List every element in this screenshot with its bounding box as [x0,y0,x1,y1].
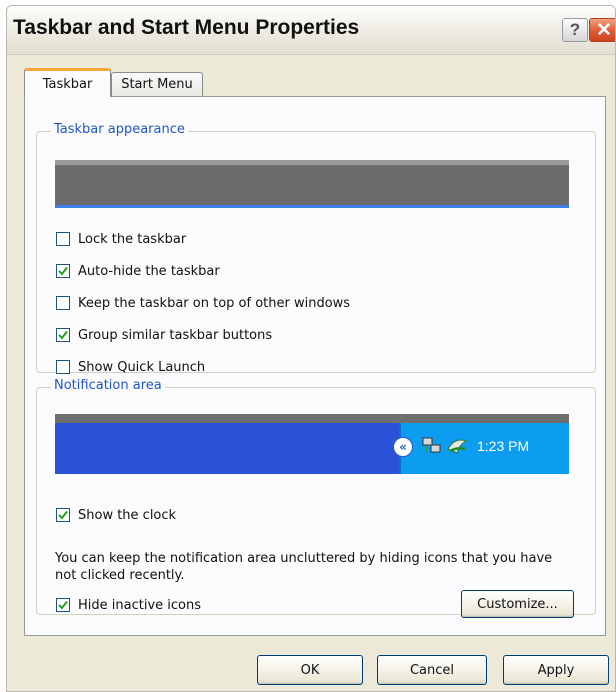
hide-inactive-option[interactable]: Hide inactive icons [56,596,201,614]
taskbar-preview [55,160,569,208]
tab-taskbar[interactable]: Taskbar [24,68,111,97]
close-button[interactable]: ✕ [589,18,615,42]
customize-button[interactable]: Customize... [461,590,574,618]
quick-launch-label: Show Quick Launch [78,359,206,375]
tab-taskbar-label: Taskbar [42,76,93,92]
notification-description: You can keep the notification area unclu… [55,551,553,583]
title-bar[interactable]: Taskbar and Start Menu Properties ? ✕ [7,6,615,55]
system-tray: « 1:23 PM [393,423,569,474]
checkmark-icon [58,266,68,276]
lock-taskbar-option[interactable]: Lock the taskbar [56,230,186,248]
cancel-button[interactable]: Cancel [377,655,487,685]
close-icon: ✕ [596,19,612,41]
show-clock-checkbox[interactable] [56,508,70,522]
keep-on-top-label: Keep the taskbar on top of other windows [78,295,351,311]
group-buttons-checkbox[interactable] [56,328,70,342]
tab-start-menu[interactable]: Start Menu [111,72,203,96]
hide-inactive-label: Hide inactive icons [78,597,201,613]
show-clock-option[interactable]: Show the clock [56,506,176,524]
group-buttons-option[interactable]: Group similar taskbar buttons [56,326,272,344]
lock-taskbar-checkbox[interactable] [56,232,70,246]
network-icon [422,437,441,453]
security-icon [447,439,468,454]
help-icon: ? [569,20,581,39]
help-button[interactable]: ? [562,18,588,42]
apply-button[interactable]: Apply [503,655,609,685]
taskbar-tab-panel: Taskbar appearance Lock the taskbar Auto… [24,96,606,636]
window-title: Taskbar and Start Menu Properties [13,16,360,39]
auto-hide-taskbar-option[interactable]: Auto-hide the taskbar [56,262,220,280]
hide-inactive-checkbox[interactable] [56,598,70,612]
quick-launch-option[interactable]: Show Quick Launch [56,358,205,376]
quick-launch-checkbox[interactable] [56,360,70,374]
tray-clock: 1:23 PM [477,438,530,454]
checkmark-icon [58,330,68,340]
properties-dialog: Taskbar and Start Menu Properties ? ✕ Ta… [6,5,616,692]
taskbar-appearance-legend: Taskbar appearance [51,122,188,137]
auto-hide-taskbar-checkbox[interactable] [56,264,70,278]
taskbar-appearance-group: Taskbar appearance Lock the taskbar Auto… [36,122,596,376]
notification-area-group: Notification area « 1:23 PM Show the clo… [36,378,596,618]
tab-start-menu-label: Start Menu [121,77,193,92]
keep-on-top-option[interactable]: Keep the taskbar on top of other windows [56,294,350,312]
checkmark-icon [58,510,68,520]
show-hidden-icons-icon: « [393,437,413,457]
checkmark-icon [58,600,68,610]
lock-taskbar-label: Lock the taskbar [78,231,187,247]
auto-hide-taskbar-label: Auto-hide the taskbar [78,263,220,279]
keep-on-top-checkbox[interactable] [56,296,70,310]
notification-area-preview: « 1:23 PM [55,414,569,474]
notification-area-legend: Notification area [51,378,165,393]
show-clock-label: Show the clock [78,507,177,523]
group-buttons-label: Group similar taskbar buttons [78,327,273,343]
ok-button[interactable]: OK [257,655,363,685]
